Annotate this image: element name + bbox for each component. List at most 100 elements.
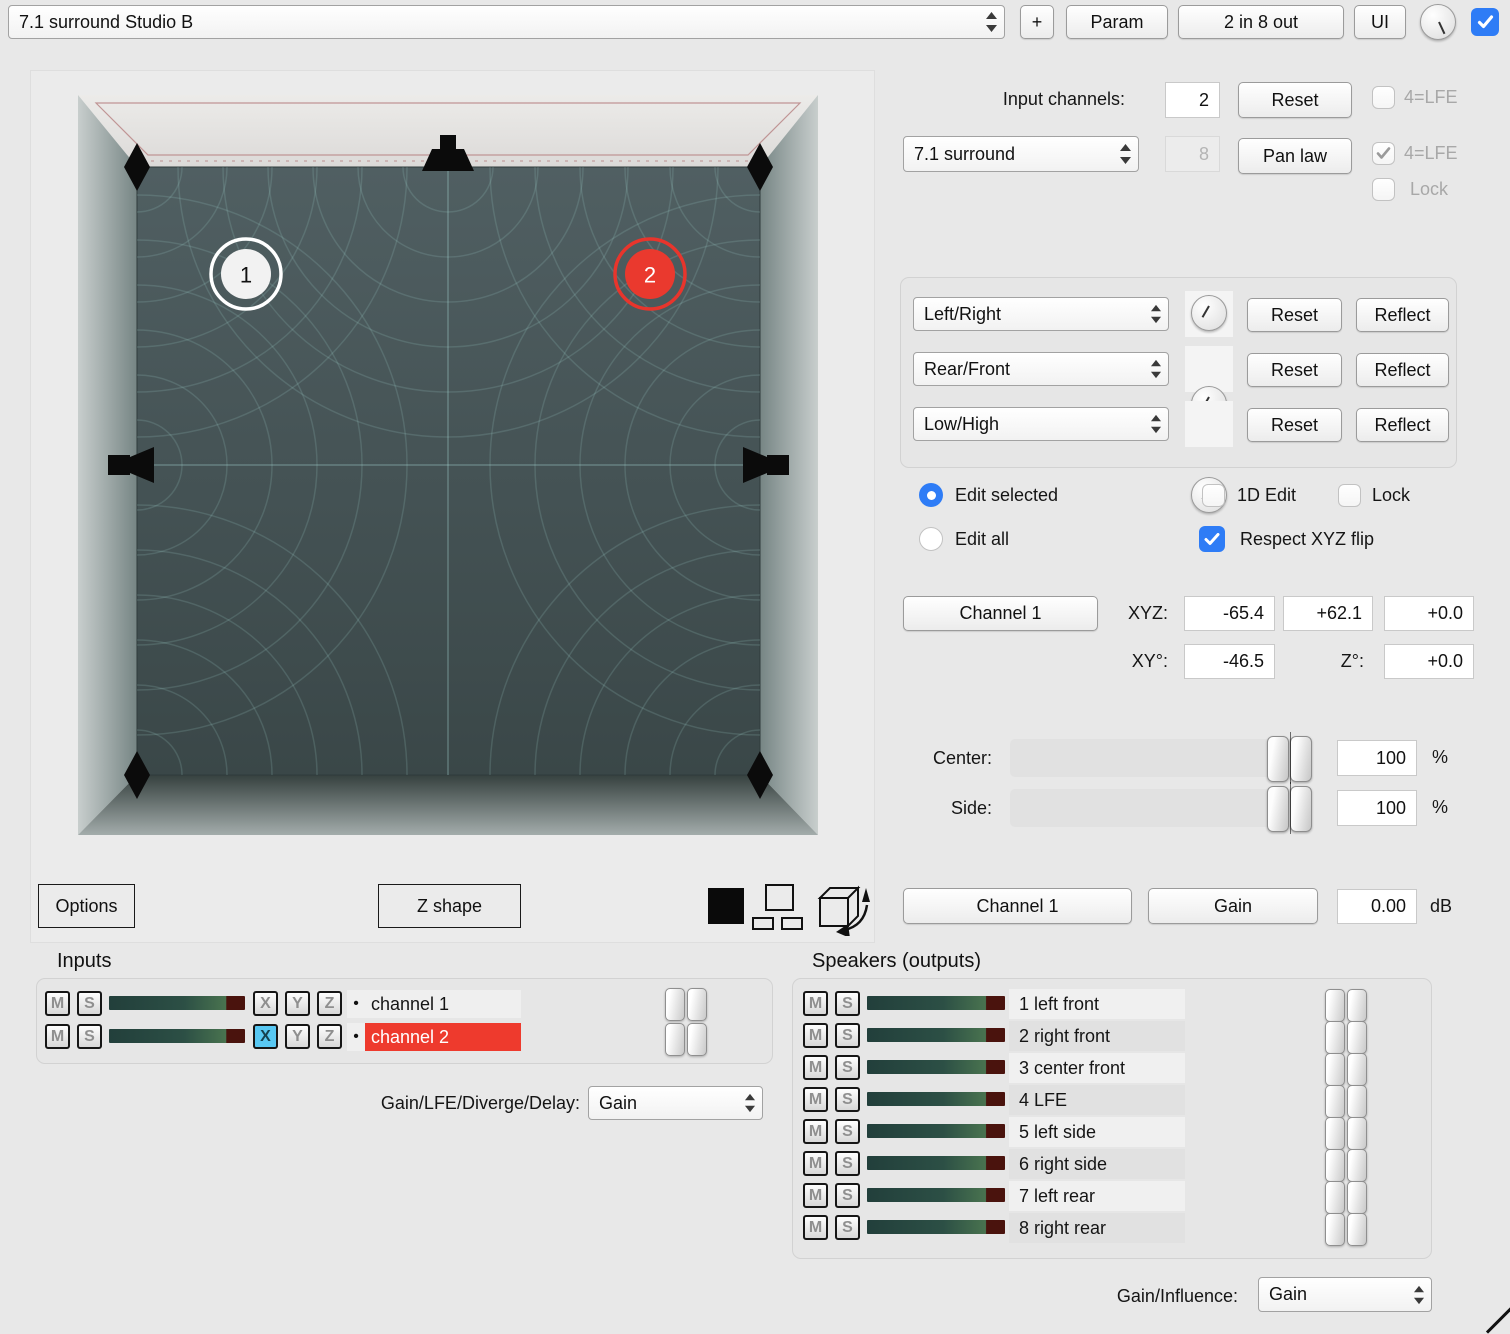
z-shape-button[interactable]: Z shape <box>378 884 521 928</box>
link-pill[interactable] <box>1347 1181 1367 1214</box>
axis-reset-2[interactable]: Reset <box>1247 353 1342 387</box>
output-4-solo-button[interactable]: S <box>835 1087 860 1112</box>
bypass-knob[interactable] <box>1420 4 1456 40</box>
input-2-x-button[interactable]: X <box>253 1024 278 1049</box>
input-link-control[interactable] <box>665 988 707 1056</box>
axis-reset-3[interactable]: Reset <box>1247 408 1342 442</box>
link-pill[interactable] <box>665 988 685 1021</box>
reset-channels-button[interactable]: Reset <box>1238 82 1352 118</box>
input-1-name[interactable]: channel 1 <box>365 990 521 1018</box>
gain-channel-button[interactable]: Channel 1 <box>903 888 1132 924</box>
axis-knob-1[interactable] <box>1191 295 1227 331</box>
input-1-y-button[interactable]: Y <box>285 991 310 1016</box>
center-slider-handle[interactable] <box>1267 736 1312 780</box>
output-1-link[interactable] <box>1325 989 1367 1022</box>
input-1-x-button[interactable]: X <box>253 991 278 1016</box>
output-8-solo-button[interactable]: S <box>835 1215 860 1240</box>
ui-button[interactable]: UI <box>1354 5 1406 39</box>
axis-reflect-2[interactable]: Reflect <box>1356 353 1449 387</box>
output-5-solo-button[interactable]: S <box>835 1119 860 1144</box>
link-pill[interactable] <box>1347 989 1367 1022</box>
output-2-link[interactable] <box>1325 1021 1367 1054</box>
output-1-solo-button[interactable]: S <box>835 991 860 1016</box>
enable-checkbox[interactable] <box>1471 8 1499 36</box>
link-pill[interactable] <box>1347 1149 1367 1182</box>
resize-grip[interactable] <box>1486 1307 1510 1333</box>
options-button[interactable]: Options <box>38 884 135 928</box>
pan-marker-2[interactable]: 2 <box>615 239 685 309</box>
output-2-mute-button[interactable]: M <box>803 1023 828 1048</box>
link-pill[interactable] <box>1347 1053 1367 1086</box>
output-5-link[interactable] <box>1325 1117 1367 1150</box>
axis-reset-1[interactable]: Reset <box>1247 298 1342 332</box>
add-preset-button[interactable]: + <box>1020 5 1054 39</box>
layout-view-icon-small-left[interactable] <box>752 917 774 930</box>
link-pill[interactable] <box>665 1023 685 1056</box>
side-value-field[interactable]: 100 <box>1337 790 1417 826</box>
link-pill[interactable] <box>1347 1213 1367 1246</box>
param-button[interactable]: Param <box>1066 5 1168 39</box>
axis-reflect-3[interactable]: Reflect <box>1356 408 1449 442</box>
lfe-top-checkbox[interactable] <box>1372 86 1395 109</box>
link-pill[interactable] <box>1325 1213 1345 1246</box>
link-pill[interactable] <box>687 988 707 1021</box>
link-pill[interactable] <box>1325 1181 1345 1214</box>
output-5-mute-button[interactable]: M <box>803 1119 828 1144</box>
link-pill[interactable] <box>1347 1117 1367 1150</box>
center-value-field[interactable]: 100 <box>1337 740 1417 776</box>
output-1-mute-button[interactable]: M <box>803 991 828 1016</box>
layout-select[interactable]: 7.1 surround <box>903 136 1139 172</box>
gain-mode-button[interactable]: Gain <box>1148 888 1318 924</box>
output-2-solo-button[interactable]: S <box>835 1023 860 1048</box>
input-1-row[interactable]: • channel 1 <box>347 990 521 1018</box>
y-field[interactable]: +62.1 <box>1283 596 1373 631</box>
output-4-mute-button[interactable]: M <box>803 1087 828 1112</box>
z-field[interactable]: +0.0 <box>1384 596 1474 631</box>
output-3-solo-button[interactable]: S <box>835 1055 860 1080</box>
axis-select-1[interactable]: Left/Right <box>913 297 1169 331</box>
input-2-mute-button[interactable]: M <box>45 1024 70 1049</box>
axis-select-3[interactable]: Low/High <box>913 407 1169 441</box>
input-2-name[interactable]: channel 2 <box>365 1023 521 1051</box>
preset-select[interactable]: 7.1 surround Studio B <box>8 5 1005 39</box>
layout-view-icon[interactable] <box>765 884 794 911</box>
output-3-mute-button[interactable]: M <box>803 1055 828 1080</box>
input-1-mute-button[interactable]: M <box>45 991 70 1016</box>
edit-all-radio[interactable] <box>919 527 943 551</box>
pan-field[interactable]: 1 2 <box>78 95 818 835</box>
x-field[interactable]: -65.4 <box>1184 596 1275 631</box>
z-deg-field[interactable]: +0.0 <box>1384 644 1474 679</box>
input-mode-select[interactable]: Gain <box>588 1086 763 1120</box>
layout-view-icon-small-right[interactable] <box>781 917 803 930</box>
one-d-edit-checkbox[interactable] <box>1202 484 1225 507</box>
xy-deg-field[interactable]: -46.5 <box>1184 644 1275 679</box>
output-6-link[interactable] <box>1325 1149 1367 1182</box>
respect-xyz-flip-checkbox[interactable] <box>1199 526 1225 552</box>
lock-config-checkbox[interactable] <box>1372 178 1395 201</box>
link-pill[interactable] <box>1325 1053 1345 1086</box>
pan-marker-1[interactable]: 1 <box>211 239 281 309</box>
lfe-bottom-checkbox[interactable] <box>1372 142 1395 165</box>
input-channels-field[interactable]: 2 <box>1165 82 1220 118</box>
link-pill[interactable] <box>1325 1117 1345 1150</box>
output-mode-select[interactable]: Gain <box>1258 1277 1432 1312</box>
link-pill[interactable] <box>687 1023 707 1056</box>
link-pill[interactable] <box>1325 1021 1345 1054</box>
output-7-solo-button[interactable]: S <box>835 1183 860 1208</box>
lock-edit-checkbox[interactable] <box>1338 484 1361 507</box>
output-6-mute-button[interactable]: M <box>803 1151 828 1176</box>
output-7-link[interactable] <box>1325 1181 1367 1214</box>
output-8-mute-button[interactable]: M <box>803 1215 828 1240</box>
gain-value-field[interactable]: 0.00 <box>1337 889 1417 924</box>
axis-reflect-1[interactable]: Reflect <box>1356 298 1449 332</box>
input-2-y-button[interactable]: Y <box>285 1024 310 1049</box>
input-2-row[interactable]: • channel 2 <box>347 1023 521 1051</box>
rotate-3d-icon[interactable] <box>812 878 872 936</box>
link-pill[interactable] <box>1325 1085 1345 1118</box>
pan-law-button[interactable]: Pan law <box>1238 138 1352 174</box>
input-1-z-button[interactable]: Z <box>317 991 342 1016</box>
input-2-solo-button[interactable]: S <box>77 1024 102 1049</box>
output-6-solo-button[interactable]: S <box>835 1151 860 1176</box>
output-3-link[interactable] <box>1325 1053 1367 1086</box>
link-pill[interactable] <box>1325 1149 1345 1182</box>
